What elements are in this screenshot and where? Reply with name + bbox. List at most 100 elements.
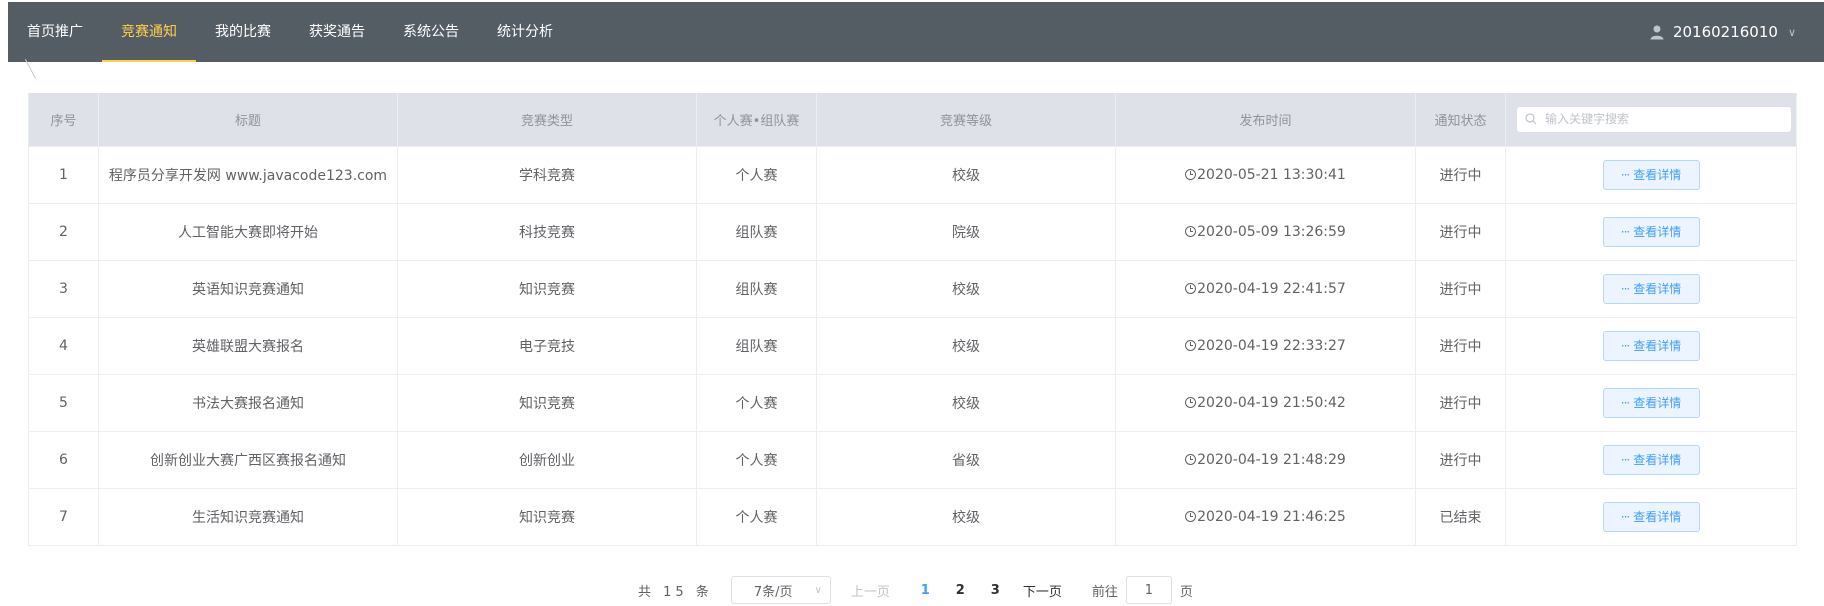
header-title: 标题 xyxy=(98,93,398,147)
row-title: 书法大赛报名通知 xyxy=(98,374,398,432)
row-status: 进行中 xyxy=(1415,374,1506,432)
header-index: 序号 xyxy=(28,93,99,147)
goto-page-input[interactable] xyxy=(1125,576,1172,604)
row-level: 校级 xyxy=(816,146,1116,204)
row-type: 学科竞赛 xyxy=(397,146,697,204)
row-time: 2020-04-19 21:48:29 xyxy=(1115,431,1416,489)
more-icon: ··· xyxy=(1620,281,1631,296)
row-type: 创新创业 xyxy=(397,431,697,489)
row-mode: 个人赛 xyxy=(696,488,817,546)
header-type: 竞赛类型 xyxy=(397,93,697,147)
view-detail-button[interactable]: ··· 查看详情 xyxy=(1602,387,1700,418)
page-number[interactable]: 1 xyxy=(908,583,943,598)
more-icon: ··· xyxy=(1620,395,1631,410)
header-level: 竞赛等级 xyxy=(816,93,1116,147)
row-type: 知识竞赛 xyxy=(397,488,697,546)
row-level: 校级 xyxy=(816,317,1116,375)
goto-suffix: 页 xyxy=(1179,584,1193,600)
row-time-value: 2020-04-19 21:48:29 xyxy=(1197,451,1346,468)
page-size-select[interactable]: 7条/页 ∨ xyxy=(730,576,831,604)
row-time-value: 2020-04-19 22:33:27 xyxy=(1197,337,1346,354)
row-level: 校级 xyxy=(816,260,1116,318)
row-status: 已结束 xyxy=(1415,488,1506,546)
view-detail-button[interactable]: ··· 查看详情 xyxy=(1602,159,1700,190)
nav-item[interactable]: 我的比赛 xyxy=(196,2,290,62)
clock-icon xyxy=(1185,339,1197,351)
view-detail-button[interactable]: ··· 查看详情 xyxy=(1602,273,1700,304)
clock-icon xyxy=(1185,396,1197,408)
nav-item[interactable]: 首页推广 xyxy=(8,2,102,62)
row-title: 创新创业大赛广西区赛报名通知 xyxy=(98,431,398,489)
top-navbar: 首页推广 竞赛通知 我的比赛 获奖通告 系统公告 统计分析 20160216010 ∨ xyxy=(8,2,1824,62)
search-box xyxy=(1516,105,1792,133)
view-detail-button[interactable]: ··· 查看详情 xyxy=(1602,330,1700,361)
user-menu[interactable]: 20160216010 ∨ xyxy=(1649,2,1796,62)
row-status: 进行中 xyxy=(1415,260,1506,318)
pagination: 共 15 条 7条/页 ∨ 上一页 123 下一页 前往 页 xyxy=(638,576,1193,604)
view-detail-label: 查看详情 xyxy=(1633,396,1682,410)
prev-page-button[interactable]: 上一页 xyxy=(851,581,890,600)
row-index: 5 xyxy=(28,374,99,432)
pager-total: 共 15 条 xyxy=(638,584,713,600)
nav-item[interactable]: 系统公告 xyxy=(384,2,478,62)
row-time: 2020-04-19 22:33:27 xyxy=(1115,317,1416,375)
view-detail-label: 查看详情 xyxy=(1633,339,1682,353)
row-mode: 组队赛 xyxy=(696,203,817,261)
more-icon: ··· xyxy=(1620,509,1631,524)
row-time-value: 2020-04-19 21:46:25 xyxy=(1197,508,1346,525)
clock-icon xyxy=(1185,282,1197,294)
next-page-button[interactable]: 下一页 xyxy=(1023,581,1062,600)
clock-icon xyxy=(1185,510,1197,522)
header-time: 发布时间 xyxy=(1115,93,1416,147)
row-time: 2020-04-19 22:41:57 xyxy=(1115,260,1416,318)
table-row: 1 程序员分享开发网 www.javacode123.com 学科竞赛 个人赛 校级 20… xyxy=(28,146,1797,204)
row-action: ··· 查看详情 xyxy=(1505,431,1797,489)
nav-menu: 首页推广 竞赛通知 我的比赛 获奖通告 系统公告 统计分析 xyxy=(8,2,572,62)
row-time-value: 2020-04-19 21:50:42 xyxy=(1197,394,1346,411)
more-icon: ··· xyxy=(1620,224,1631,239)
row-status: 进行中 xyxy=(1415,317,1506,375)
row-time: 2020-05-21 13:30:41 xyxy=(1115,146,1416,204)
nav-item[interactable]: 统计分析 xyxy=(478,2,572,62)
row-time: 2020-05-09 13:26:59 xyxy=(1115,203,1416,261)
table-row: 4 英雄联盟大赛报名 电子竞技 组队赛 校级 2020-04-19 22:33:27 进行中… xyxy=(28,317,1797,375)
page-number[interactable]: 3 xyxy=(978,583,1013,598)
row-level: 校级 xyxy=(816,374,1116,432)
page-numbers: 123 xyxy=(908,583,1013,598)
view-detail-button[interactable]: ··· 查看详情 xyxy=(1602,444,1700,475)
row-action: ··· 查看详情 xyxy=(1505,146,1797,204)
row-title: 程序员分享开发网 www.javacode123.com xyxy=(98,146,398,204)
row-mode: 组队赛 xyxy=(696,317,817,375)
row-type: 科技竞赛 xyxy=(397,203,697,261)
notice-table: 序号 标题 竞赛类型 个人赛•组队赛 竞赛等级 发布时间 通知状态 输入关键字搜… xyxy=(28,93,1797,546)
nav-item[interactable]: 竞赛通知 xyxy=(102,2,196,62)
page-number[interactable]: 2 xyxy=(943,583,978,598)
more-icon: ··· xyxy=(1620,452,1631,467)
row-level: 省级 xyxy=(816,431,1116,489)
table-body: 1 程序员分享开发网 www.javacode123.com 学科竞赛 个人赛 校级 20… xyxy=(28,146,1797,546)
row-index: 2 xyxy=(28,203,99,261)
row-action: ··· 查看详情 xyxy=(1505,317,1797,375)
table-row: 2 人工智能大赛即将开始 科技竞赛 组队赛 院级 2020-05-09 13:26:59 进… xyxy=(28,203,1797,261)
view-detail-button[interactable]: ··· 查看详情 xyxy=(1602,216,1700,247)
table-row: 6 创新创业大赛广西区赛报名通知 创新创业 个人赛 省级 2020-04-19 21:48… xyxy=(28,431,1797,489)
header-status: 通知状态 xyxy=(1415,93,1506,147)
row-index: 6 xyxy=(28,431,99,489)
row-mode: 个人赛 xyxy=(696,146,817,204)
view-detail-button[interactable]: ··· 查看详情 xyxy=(1602,501,1700,532)
row-time: 2020-04-19 21:50:42 xyxy=(1115,374,1416,432)
chevron-down-icon: ∨ xyxy=(1787,25,1796,39)
search-input[interactable] xyxy=(1545,112,1785,127)
row-action: ··· 查看详情 xyxy=(1505,488,1797,546)
table-row: 3 英语知识竞赛通知 知识竞赛 组队赛 校级 2020-04-19 22:41:57 进行中… xyxy=(28,260,1797,318)
page-size-value: 7条/页 xyxy=(753,584,793,600)
nav-item[interactable]: 获奖通告 xyxy=(290,2,384,62)
goto-prefix: 前往 xyxy=(1091,584,1118,600)
row-status: 进行中 xyxy=(1415,203,1506,261)
table-header-row: 序号 标题 竞赛类型 个人赛•组队赛 竞赛等级 发布时间 通知状态 xyxy=(28,93,1797,147)
view-detail-label: 查看详情 xyxy=(1633,453,1682,467)
row-action: ··· 查看详情 xyxy=(1505,260,1797,318)
search-icon xyxy=(1525,113,1537,125)
clock-icon xyxy=(1185,168,1197,180)
row-action: ··· 查看详情 xyxy=(1505,374,1797,432)
